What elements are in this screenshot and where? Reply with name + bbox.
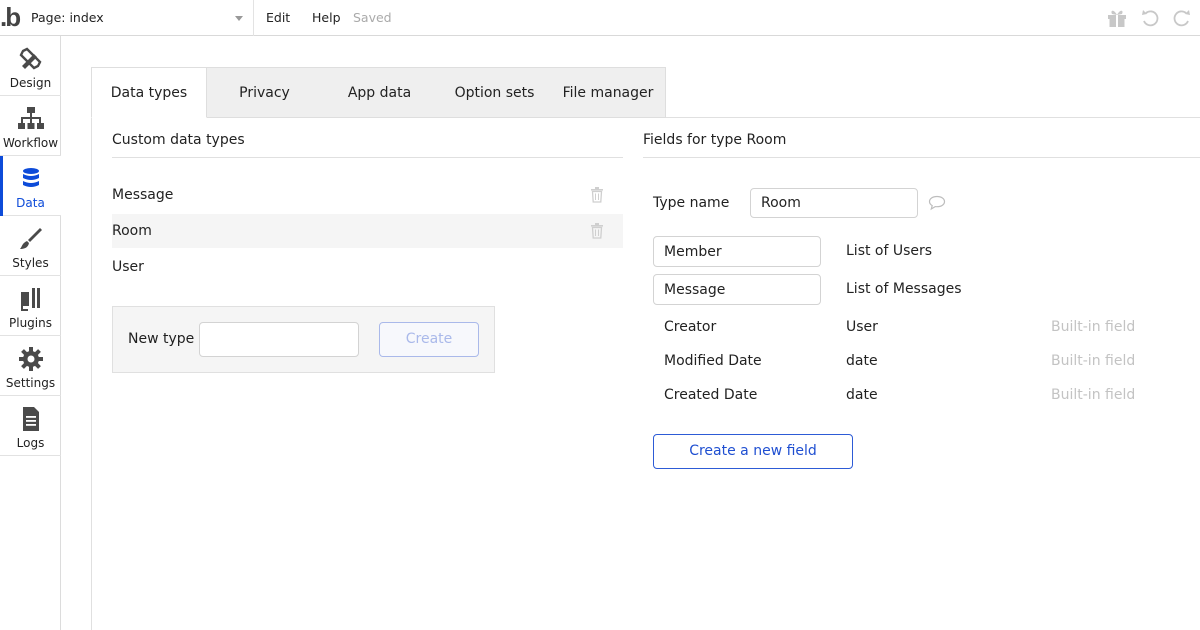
- type-name-input[interactable]: [750, 188, 918, 218]
- edit-menu[interactable]: Edit: [266, 10, 290, 25]
- save-status: Saved: [353, 10, 392, 25]
- builtin-field-name: Created Date: [664, 387, 758, 403]
- builtin-field-type: date: [846, 387, 878, 403]
- type-name: User: [112, 259, 144, 275]
- new-type-panel: New type Create: [112, 306, 495, 373]
- builtin-field-note: Built-in field: [1051, 387, 1136, 403]
- builtin-field-type: date: [846, 353, 878, 369]
- field-name-input[interactable]: [653, 274, 821, 305]
- sidebar-item-design[interactable]: Design: [0, 36, 61, 96]
- create-new-field-button[interactable]: Create a new field: [653, 434, 853, 469]
- type-name-label: Type name: [653, 195, 730, 211]
- new-type-label: New type: [128, 331, 195, 347]
- custom-types-title: Custom data types: [112, 132, 245, 148]
- sidebar-item-settings[interactable]: Settings: [0, 336, 61, 396]
- help-menu[interactable]: Help: [312, 10, 341, 25]
- type-name: Room: [112, 223, 152, 239]
- trash-icon[interactable]: [590, 187, 604, 203]
- tab-option-sets[interactable]: Option sets: [437, 67, 553, 118]
- trash-icon[interactable]: [590, 223, 604, 239]
- chevron-down-icon: [235, 16, 243, 21]
- sidebar-item-label: Workflow: [2, 136, 59, 150]
- plugin-icon: [21, 288, 40, 311]
- tab-app-data[interactable]: App data: [322, 67, 438, 118]
- tab-privacy[interactable]: Privacy: [207, 67, 323, 118]
- bubble-logo[interactable]: .b: [0, 2, 22, 32]
- sidebar-item-label: Styles: [12, 256, 49, 270]
- page-selector-label: Page: index: [31, 10, 104, 25]
- workflow-icon: [18, 107, 44, 129]
- tabs-divider: [666, 117, 1200, 118]
- left-sidebar: Design Workflow Data Styles Plugins Sett…: [0, 36, 61, 630]
- document-icon: [23, 407, 39, 431]
- sidebar-item-label: Plugins: [9, 316, 52, 330]
- type-name: Message: [112, 187, 174, 203]
- divider: [643, 157, 1200, 158]
- sidebar-item-label: Logs: [16, 436, 45, 450]
- fields-title: Fields for type Room: [643, 132, 787, 148]
- field-name-input[interactable]: [653, 236, 821, 267]
- redo-icon[interactable]: [1172, 8, 1192, 28]
- new-type-input[interactable]: [199, 322, 359, 357]
- list-item[interactable]: User: [112, 250, 623, 284]
- field-type[interactable]: List of Users: [846, 243, 932, 259]
- builtin-field-note: Built-in field: [1051, 353, 1136, 369]
- page-selector[interactable]: Page: index: [22, 0, 254, 36]
- builtin-field-name: Creator: [664, 319, 717, 335]
- gear-icon: [19, 347, 43, 371]
- top-bar: .b Page: index Edit Help Saved: [0, 0, 1200, 36]
- database-icon: [23, 168, 39, 187]
- brush-icon: [20, 228, 42, 249]
- tab-data-types[interactable]: Data types: [91, 67, 207, 118]
- comment-icon[interactable]: [928, 195, 946, 211]
- panel-border: [91, 117, 92, 630]
- undo-icon[interactable]: [1140, 8, 1160, 28]
- sidebar-item-label: Data: [16, 196, 45, 210]
- builtin-field-type: User: [846, 319, 878, 335]
- sidebar-item-styles[interactable]: Styles: [0, 216, 61, 276]
- sidebar-item-label: Settings: [5, 376, 56, 390]
- builtin-field-note: Built-in field: [1051, 319, 1136, 335]
- sidebar-item-logs[interactable]: Logs: [0, 396, 61, 456]
- divider: [112, 157, 623, 158]
- tab-file-manager[interactable]: File manager: [551, 67, 666, 118]
- create-type-button[interactable]: Create: [379, 322, 479, 357]
- design-icon: [19, 47, 42, 70]
- list-item[interactable]: Message: [112, 178, 623, 212]
- sidebar-item-label: Design: [9, 76, 52, 90]
- gift-icon[interactable]: [1106, 8, 1128, 28]
- sidebar-item-workflow[interactable]: Workflow: [0, 96, 61, 156]
- builtin-field-name: Modified Date: [664, 353, 762, 369]
- sidebar-item-plugins[interactable]: Plugins: [0, 276, 61, 336]
- field-type[interactable]: List of Messages: [846, 281, 962, 297]
- sidebar-item-data[interactable]: Data: [0, 156, 61, 216]
- list-item-selected[interactable]: Room: [112, 214, 623, 248]
